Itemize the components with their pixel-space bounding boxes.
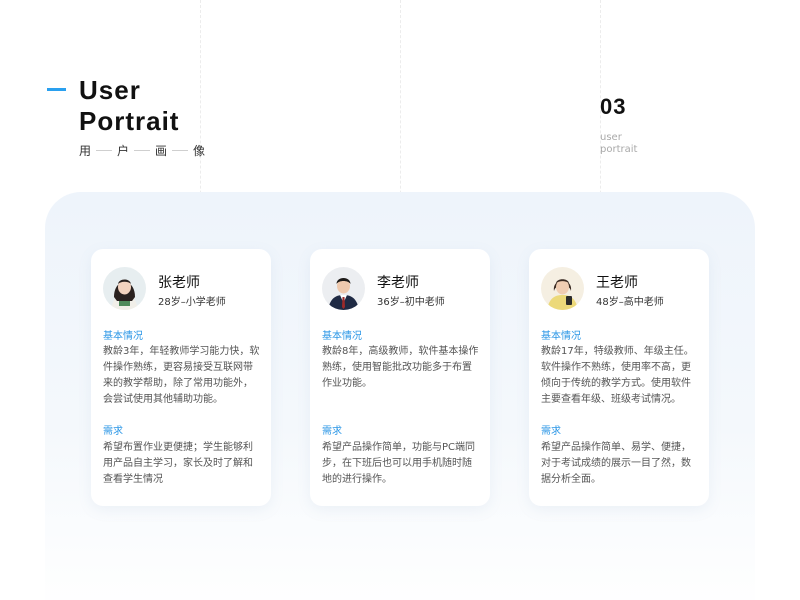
subtitle-char: 用	[79, 144, 92, 158]
title-accent-dash	[47, 88, 66, 91]
section-title-needs: 需求	[322, 426, 342, 437]
section-body-needs: 希望产品操作简单，功能与PC端同步，在下班后也可以用手机随时随地的进行操作。	[322, 442, 476, 485]
section-title-basic: 基本情况	[541, 331, 581, 342]
avatar	[322, 267, 365, 310]
persona-name: 王老师	[596, 275, 638, 291]
persona-card-wang: 王老师 48岁–高中老师 基本情况 教龄17年，特级教师、年级主任。软件操作不熟…	[529, 249, 709, 506]
section-title-needs: 需求	[541, 426, 561, 437]
subtitle-char: 像	[193, 144, 206, 158]
section-title-basic: 基本情况	[322, 331, 362, 342]
page-title-line2: Portrait	[79, 106, 180, 136]
page-label-line2: portrait	[600, 144, 638, 155]
subtitle-char: 画	[155, 144, 168, 158]
subtitle-separator	[172, 150, 189, 151]
section-body-basic: 教龄3年，年轻教师学习能力快，软件操作熟练，更容易接受互联网带来的教学帮助，除了…	[103, 346, 260, 405]
avatar	[541, 267, 584, 310]
persona-card-li: 李老师 36岁–初中老师 基本情况 教龄8年，高级教师，软件基本操作熟练，使用智…	[310, 249, 490, 506]
teacher-female-senior-avatar-icon	[541, 267, 584, 310]
teacher-female-young-avatar-icon	[103, 267, 146, 310]
section-body-basic: 教龄17年，特级教师、年级主任。软件操作不熟练，使用率不高，更倾向于传统的教学方…	[541, 346, 694, 405]
persona-description: 36岁–初中老师	[377, 297, 445, 308]
persona-card-zhang: 张老师 28岁–小学老师 基本情况 教龄3年，年轻教师学习能力快，软件操作熟练，…	[91, 249, 271, 506]
persona-description: 48岁–高中老师	[596, 297, 664, 308]
persona-description: 28岁–小学老师	[158, 297, 226, 308]
page-title-line1: User	[79, 75, 141, 105]
page-label: user portrait	[600, 132, 637, 156]
section-body-needs: 希望布置作业更便捷；学生能够利用产品自主学习，家长及时了解和查看学生情况	[103, 442, 253, 485]
avatar	[103, 267, 146, 310]
section-title-basic: 基本情况	[103, 331, 143, 342]
persona-name: 李老师	[377, 275, 419, 291]
section-title-needs: 需求	[103, 426, 123, 437]
subtitle-separator	[134, 150, 151, 151]
section-body-needs: 希望产品操作简单、易学、便捷，对于考试成绩的展示一目了然，数据分析全面。	[541, 442, 691, 485]
subtitle-separator	[96, 150, 113, 151]
page-subtitle: 用 户 画 像	[79, 142, 205, 159]
persona-name: 张老师	[158, 275, 200, 291]
subtitle-char: 户	[117, 144, 130, 158]
section-body-basic: 教龄8年，高级教师，软件基本操作熟练，使用智能批改功能多于布置作业功能。	[322, 346, 479, 389]
page-number: 03	[600, 94, 627, 119]
teacher-male-avatar-icon	[322, 267, 365, 310]
page-label-line1: user	[600, 132, 622, 143]
